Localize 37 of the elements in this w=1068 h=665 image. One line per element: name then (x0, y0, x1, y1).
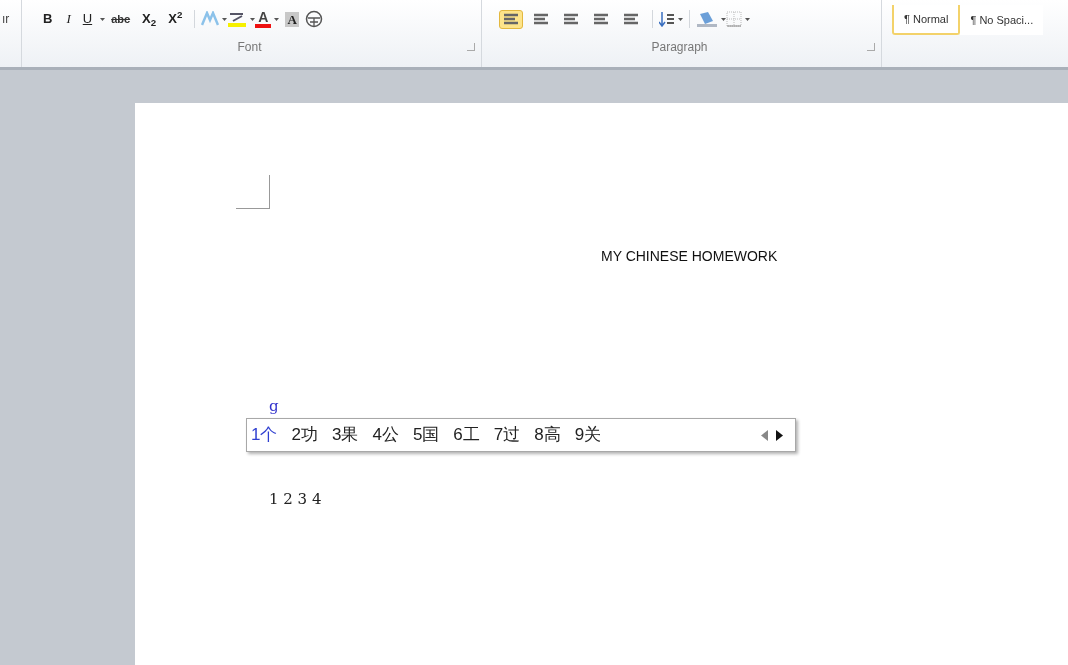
caret-icon[interactable] (678, 17, 683, 21)
candidate-item[interactable]: 7过 (493, 422, 521, 448)
document-heading: MY CHINESE HOMEWORK (601, 247, 778, 266)
line-spacing-icon[interactable] (659, 11, 675, 27)
character-shading-button[interactable]: A (285, 11, 299, 27)
document-text: 1 2 3 4 (269, 489, 322, 510)
candidate-item[interactable]: 8高 (534, 422, 561, 448)
group-label: Font (237, 39, 262, 56)
previous-page-icon[interactable] (761, 429, 768, 441)
candidate-item[interactable]: 4公 (372, 422, 399, 448)
subscript-button[interactable]: X$_{2}$ (136, 9, 163, 29)
font-color-button[interactable]: A (255, 10, 272, 28)
caret-icon[interactable] (100, 17, 106, 21)
candidate-item[interactable]: 1个 (251, 422, 278, 448)
group-label: Paragraph (651, 39, 708, 56)
caret-icon[interactable] (745, 17, 750, 21)
enclosed-character-icon[interactable] (304, 10, 323, 28)
caret-icon[interactable] (274, 17, 280, 21)
next-page-icon[interactable] (776, 429, 783, 441)
candidate-item[interactable]: 6工 (453, 422, 480, 448)
candidate-item[interactable]: 2功 (291, 422, 318, 448)
caret-icon[interactable] (222, 17, 228, 21)
composition-text: g (269, 396, 279, 417)
ribbon-label: ır (0, 0, 22, 67)
paragraph-align-button[interactable] (499, 9, 523, 29)
underline-button[interactable]: U (77, 9, 98, 29)
candidate-item[interactable]: 9关 (574, 422, 602, 448)
style-button[interactable]: ¶ Normal (892, 5, 961, 35)
candidate-item[interactable]: 3果 (331, 422, 359, 448)
bold-button[interactable]: B (36, 9, 60, 29)
caret-icon[interactable] (250, 17, 256, 21)
caret-icon[interactable] (721, 17, 726, 21)
superscript-button[interactable]: X$^{2}$ (162, 9, 189, 29)
strikethrough-button[interactable]: abc (105, 10, 137, 28)
candidate-item[interactable]: 5国 (412, 422, 440, 448)
highlighter-icon[interactable] (227, 11, 248, 27)
italic-button[interactable]: I (59, 9, 78, 29)
